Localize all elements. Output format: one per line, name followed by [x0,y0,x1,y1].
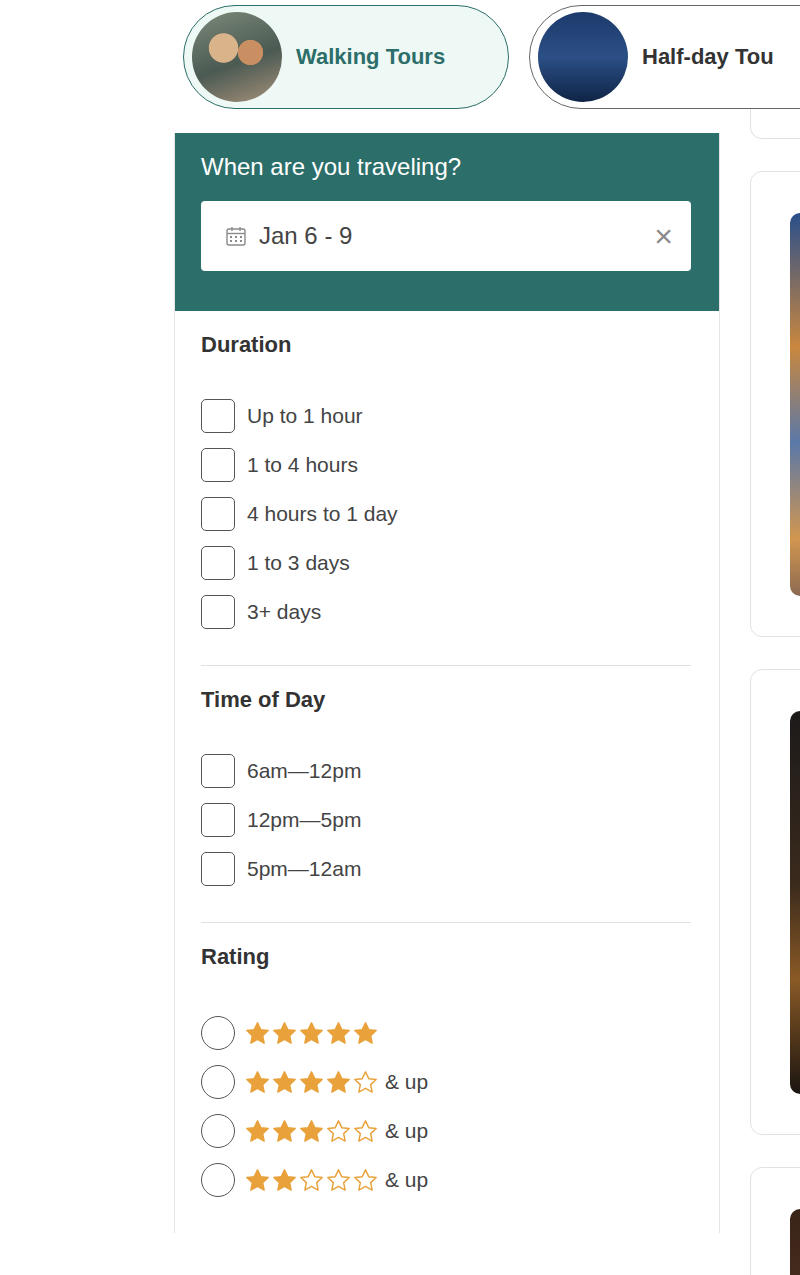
radio[interactable] [201,1016,235,1050]
star-icon [298,1118,325,1145]
section-title: Duration [201,332,691,358]
star-icon [244,1069,271,1096]
checkbox-option[interactable]: 5pm—12am [201,852,691,886]
filter-section: Time of Day 6am—12pm 12pm—5pm 5pm—12am [201,666,691,923]
checkbox-option[interactable]: 4 hours to 1 day [201,497,691,531]
rating-suffix: & up [385,1168,428,1192]
checkbox-option[interactable]: 12pm—5pm [201,803,691,837]
card-photo [790,213,800,596]
rating-option[interactable]: & up [201,1065,691,1099]
checkbox-option[interactable]: 1 to 3 days [201,546,691,580]
clear-date-button[interactable]: × [654,220,673,252]
filter-section: Duration Up to 1 hour 1 to 4 hours 4 hours … [201,311,691,666]
category-tab[interactable]: Half-day Tou [529,5,800,109]
tab-photo [192,12,282,102]
star-icon [271,1069,298,1096]
checkbox-option[interactable]: 3+ days [201,595,691,629]
star-rating [244,1167,379,1194]
category-tab[interactable]: Walking Tours [183,5,509,109]
option-label: 1 to 4 hours [247,453,358,477]
tab-label: Half-day Tou [642,44,774,70]
star-icon [352,1167,379,1194]
checkbox[interactable] [201,595,235,629]
radio[interactable] [201,1163,235,1197]
star-icon [325,1069,352,1096]
star-icon [298,1069,325,1096]
option-label: 4 hours to 1 day [247,502,398,526]
star-icon [352,1118,379,1145]
checkbox[interactable] [201,852,235,886]
option-list: Up to 1 hour 1 to 4 hours 4 hours to 1 day… [201,399,691,629]
checkbox[interactable] [201,497,235,531]
radio[interactable] [201,1114,235,1148]
rating-option[interactable]: & up [201,1114,691,1148]
star-icon [244,1020,271,1047]
checkbox[interactable] [201,754,235,788]
checkbox[interactable] [201,546,235,580]
star-rating [244,1118,379,1145]
rating-list: & up & up & up [201,1016,691,1197]
star-icon [271,1167,298,1194]
results-list [750,109,800,1275]
rating-option[interactable] [201,1016,691,1050]
checkbox[interactable] [201,399,235,433]
rating-option[interactable]: & up [201,1163,691,1197]
rating-suffix: & up [385,1119,428,1143]
star-icon [244,1118,271,1145]
tab-photo [538,12,628,102]
option-label: 3+ days [247,600,321,624]
checkbox-option[interactable]: Up to 1 hour [201,399,691,433]
rating-section: Rating & up & up & up [201,923,691,1233]
option-label: 12pm—5pm [247,808,361,832]
option-list: 6am—12pm 12pm—5pm 5pm—12am [201,754,691,886]
tab-label: Walking Tours [296,44,445,70]
card-photo [790,1209,800,1275]
date-value: Jan 6 - 9 [259,222,642,250]
checkbox-option[interactable]: 1 to 4 hours [201,448,691,482]
star-rating [244,1020,379,1047]
date-title: When are you traveling? [201,151,691,183]
star-icon [325,1167,352,1194]
star-icon [325,1020,352,1047]
date-input[interactable]: Jan 6 - 9 × [201,201,691,271]
checkbox[interactable] [201,803,235,837]
option-label: 6am—12pm [247,759,361,783]
page: Walking Tours Half-day Tou When are you tr… [0,0,800,1275]
filter-sidebar: When are you traveling? Jan 6 - 9 × Duratio… [174,133,720,1233]
date-header: When are you traveling? Jan 6 - 9 × [175,133,719,311]
star-rating [244,1069,379,1096]
card-photo [790,711,800,1094]
star-icon [325,1118,352,1145]
main: When are you traveling? Jan 6 - 9 × Duratio… [0,109,800,1275]
result-card[interactable] [750,669,800,1135]
option-label: Up to 1 hour [247,404,363,428]
star-icon [271,1020,298,1047]
radio[interactable] [201,1065,235,1099]
star-icon [352,1069,379,1096]
checkbox[interactable] [201,448,235,482]
result-card[interactable] [750,1167,800,1275]
rating-suffix: & up [385,1070,428,1094]
option-label: 1 to 3 days [247,551,350,575]
checkbox-option[interactable]: 6am—12pm [201,754,691,788]
section-title: Time of Day [201,687,691,713]
star-icon [352,1020,379,1047]
star-icon [244,1167,271,1194]
star-icon [271,1118,298,1145]
result-card[interactable] [750,171,800,637]
star-icon [298,1020,325,1047]
calendar-icon [225,225,247,247]
result-card[interactable] [750,109,800,139]
option-label: 5pm—12am [247,857,361,881]
category-tabs: Walking Tours Half-day Tou [0,0,800,109]
star-icon [298,1167,325,1194]
section-title: Rating [201,944,691,970]
